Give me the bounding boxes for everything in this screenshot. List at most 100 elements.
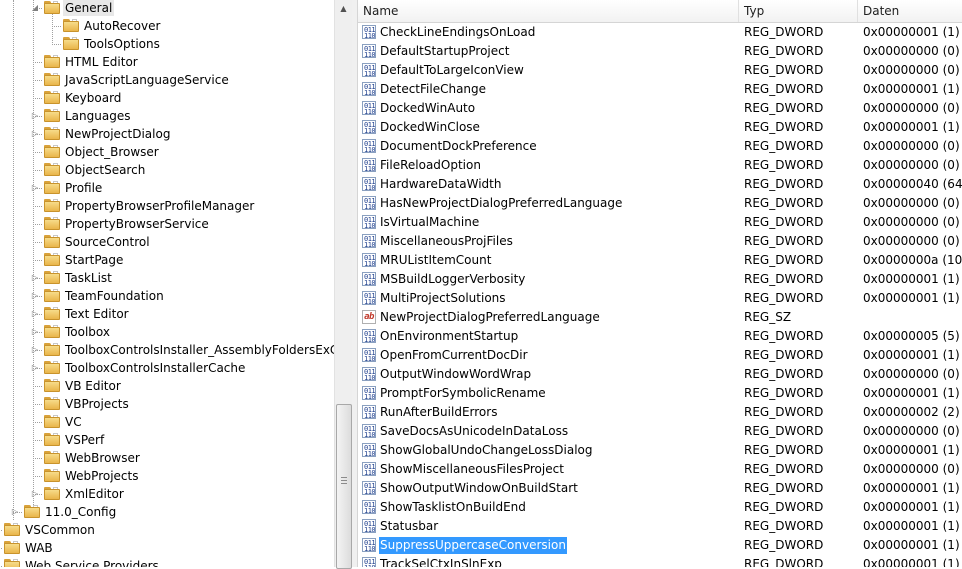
triangle-right-icon[interactable]: ▷ bbox=[30, 309, 40, 319]
registry-value-row[interactable]: 011 110 ShowOutputWindowOnBuildStart REG_DW… bbox=[358, 479, 962, 498]
tree-node[interactable]: ▷ Text Editor bbox=[0, 305, 334, 323]
registry-value-row[interactable]: 011 110 OnEnvironmentStartup REG_DWORD 0x000… bbox=[358, 327, 962, 346]
registry-value-row[interactable]: 011 110 DetectFileChange REG_DWORD 0x0000000… bbox=[358, 80, 962, 99]
value-name[interactable]: DefaultToLargeIconView bbox=[379, 62, 525, 79]
registry-value-row[interactable]: 011 110 OpenFromCurrentDocDir REG_DWORD 0x00… bbox=[358, 346, 962, 365]
tree-node-label[interactable]: StartPage bbox=[63, 252, 125, 268]
value-name[interactable]: MRUListItemCount bbox=[379, 252, 492, 269]
value-name[interactable]: IsVirtualMachine bbox=[379, 214, 480, 231]
tree-node[interactable]: VBProjects bbox=[0, 395, 334, 413]
registry-value-row[interactable]: 011 110 Statusbar REG_DWORD 0x00000001 (1) bbox=[358, 517, 962, 536]
tree-node[interactable]: ▷ Languages bbox=[0, 107, 334, 125]
registry-value-row[interactable]: 011 110 ShowTasklistOnBuildEnd REG_DWORD 0x0… bbox=[358, 498, 962, 517]
value-name[interactable]: MiscellaneousProjFiles bbox=[379, 233, 514, 250]
registry-value-row[interactable]: 011 110 ShowGlobalUndoChangeLossDialog REG_… bbox=[358, 441, 962, 460]
registry-value-row[interactable]: 011 110 DockedWinClose REG_DWORD 0x00000001 … bbox=[358, 118, 962, 137]
registry-value-row[interactable]: 011 110 CheckLineEndingsOnLoad REG_DWORD 0x0… bbox=[358, 23, 962, 42]
tree-node-label[interactable]: WAB bbox=[23, 540, 55, 556]
registry-value-row[interactable]: 011 110 HasNewProjectDialogPreferredLangua… bbox=[358, 194, 962, 213]
value-name[interactable]: NewProjectDialogPreferredLanguage bbox=[379, 309, 601, 326]
tree-node-label[interactable]: VB Editor bbox=[63, 378, 123, 394]
tree-node-label[interactable]: WebProjects bbox=[63, 468, 140, 484]
tree-node[interactable]: ▷ TaskList bbox=[0, 269, 334, 287]
value-name[interactable]: DefaultStartupProject bbox=[379, 43, 510, 60]
value-name[interactable]: RunAfterBuildErrors bbox=[379, 404, 498, 421]
tree-node-label[interactable]: VSCommon bbox=[23, 522, 97, 538]
tree-node[interactable]: ToolsOptions bbox=[0, 35, 334, 53]
tree-node[interactable]: Web Service Providers bbox=[0, 557, 334, 567]
tree-node[interactable]: Keyboard bbox=[0, 89, 334, 107]
tree-node-label[interactable]: ToolsOptions bbox=[82, 36, 162, 52]
tree-node-label[interactable]: AutoRecover bbox=[82, 18, 162, 34]
value-name[interactable]: ShowGlobalUndoChangeLossDialog bbox=[379, 442, 594, 459]
value-name[interactable]: OnEnvironmentStartup bbox=[379, 328, 519, 345]
registry-value-row[interactable]: 011 110 SaveDocsAsUnicodeInDataLoss REG_DWO… bbox=[358, 422, 962, 441]
registry-value-row[interactable]: 011 110 FileReloadOption REG_DWORD 0x0000000… bbox=[358, 156, 962, 175]
scroll-up-arrow-icon[interactable]: ▲ bbox=[336, 1, 351, 16]
tree-node[interactable]: ▷ ToolboxControlsInstallerCache bbox=[0, 359, 334, 377]
tree-node-label[interactable]: VC bbox=[63, 414, 84, 430]
tree-node-label[interactable]: NewProjectDialog bbox=[63, 126, 172, 142]
registry-key-tree[interactable]: ◢ General AutoRecover ToolsOptions HTML Edit… bbox=[0, 0, 334, 567]
tree-node-label[interactable]: Languages bbox=[63, 108, 132, 124]
tree-node-label[interactable]: SourceControl bbox=[63, 234, 152, 250]
tree-node[interactable]: Object_Browser bbox=[0, 143, 334, 161]
registry-value-row[interactable]: 011 110 RunAfterBuildErrors REG_DWORD 0x0000… bbox=[358, 403, 962, 422]
tree-node-label[interactable]: PropertyBrowserService bbox=[63, 216, 211, 232]
tree-node[interactable]: AutoRecover bbox=[0, 17, 334, 35]
value-name[interactable]: FileReloadOption bbox=[379, 157, 482, 174]
tree-node[interactable]: ▷ Toolbox bbox=[0, 323, 334, 341]
value-name[interactable]: SuppressUppercaseConversion bbox=[379, 537, 567, 554]
tree-node-label[interactable]: General bbox=[63, 0, 115, 16]
registry-value-row[interactable]: ab NewProjectDialogPreferredLanguage REG_S… bbox=[358, 308, 962, 327]
tree-node-label[interactable]: ToolboxControlsInstaller_AssemblyFolders… bbox=[63, 342, 334, 358]
registry-value-row[interactable]: 011 110 DockedWinAuto REG_DWORD 0x00000000 (… bbox=[358, 99, 962, 118]
registry-value-row[interactable]: 011 110 MRUListItemCount REG_DWORD 0x0000000… bbox=[358, 251, 962, 270]
value-name[interactable]: DockedWinClose bbox=[379, 119, 481, 136]
registry-value-row[interactable]: 011 110 IsVirtualMachine REG_DWORD 0x0000000… bbox=[358, 213, 962, 232]
tree-node[interactable]: SourceControl bbox=[0, 233, 334, 251]
tree-node-label[interactable]: TeamFoundation bbox=[63, 288, 166, 304]
value-name[interactable]: DocumentDockPreference bbox=[379, 138, 538, 155]
registry-value-row[interactable]: 011 110 PromptForSymbolicRename REG_DWORD 0x… bbox=[358, 384, 962, 403]
registry-value-row[interactable]: 011 110 MultiProjectSolutions REG_DWORD 0x00… bbox=[358, 289, 962, 308]
value-name[interactable]: CheckLineEndingsOnLoad bbox=[379, 24, 536, 41]
tree-node-label[interactable]: Object_Browser bbox=[63, 144, 161, 160]
tree-node[interactable]: ▷ XmlEditor bbox=[0, 485, 334, 503]
tree-node[interactable]: ▷ Profile bbox=[0, 179, 334, 197]
column-header-type[interactable]: Typ bbox=[739, 0, 858, 22]
registry-values-list[interactable]: Name Typ Daten 011 110 CheckLineEndingsOnL… bbox=[358, 0, 962, 567]
value-name[interactable]: Statusbar bbox=[379, 518, 439, 535]
tree-node-label[interactable]: Keyboard bbox=[63, 90, 123, 106]
column-header-data[interactable]: Daten bbox=[858, 0, 962, 22]
value-name[interactable]: ShowTasklistOnBuildEnd bbox=[379, 499, 527, 516]
tree-vertical-scrollbar[interactable]: ▲ bbox=[334, 0, 352, 569]
tree-node[interactable]: ◢ General bbox=[0, 0, 334, 17]
tree-node[interactable]: HTML Editor bbox=[0, 53, 334, 71]
triangle-right-icon[interactable]: ▷ bbox=[30, 183, 40, 193]
value-name[interactable]: DockedWinAuto bbox=[379, 100, 476, 117]
tree-node[interactable]: ▷ 11.0_Config bbox=[0, 503, 334, 521]
tree-node-label[interactable]: ToolboxControlsInstallerCache bbox=[63, 360, 247, 376]
tree-node-label[interactable]: PropertyBrowserProfileManager bbox=[63, 198, 256, 214]
value-name[interactable]: HasNewProjectDialogPreferredLanguage bbox=[379, 195, 623, 212]
value-name[interactable]: TrackSelCtxInSlnExp bbox=[379, 556, 503, 567]
registry-value-row[interactable]: 011110TrackSelCtxInSlnExp REG_DWORD 0x0000… bbox=[358, 555, 962, 567]
value-name[interactable]: OpenFromCurrentDocDir bbox=[379, 347, 529, 364]
value-name[interactable]: OutputWindowWordWrap bbox=[379, 366, 532, 383]
tree-node[interactable]: VSPerf bbox=[0, 431, 334, 449]
value-name[interactable]: ShowMiscellaneousFilesProject bbox=[379, 461, 565, 478]
registry-value-row[interactable]: 011 110 OutputWindowWordWrap REG_DWORD 0x000… bbox=[358, 365, 962, 384]
tree-node-label[interactable]: WebBrowser bbox=[63, 450, 142, 466]
triangle-right-icon[interactable]: ▷ bbox=[30, 291, 40, 301]
value-name[interactable]: PromptForSymbolicRename bbox=[379, 385, 547, 402]
tree-node[interactable]: ▷ NewProjectDialog bbox=[0, 125, 334, 143]
tree-node-label[interactable]: ObjectSearch bbox=[63, 162, 147, 178]
tree-node[interactable]: ObjectSearch bbox=[0, 161, 334, 179]
tree-node[interactable]: WAB bbox=[0, 539, 334, 557]
tree-node-label[interactable]: HTML Editor bbox=[63, 54, 140, 70]
registry-value-row[interactable]: 011 110 DefaultToLargeIconView REG_DWORD 0x0… bbox=[358, 61, 962, 80]
tree-node-label[interactable]: Web Service Providers bbox=[23, 558, 161, 567]
tree-node[interactable]: PropertyBrowserProfileManager bbox=[0, 197, 334, 215]
value-name[interactable]: MSBuildLoggerVerbosity bbox=[379, 271, 526, 288]
